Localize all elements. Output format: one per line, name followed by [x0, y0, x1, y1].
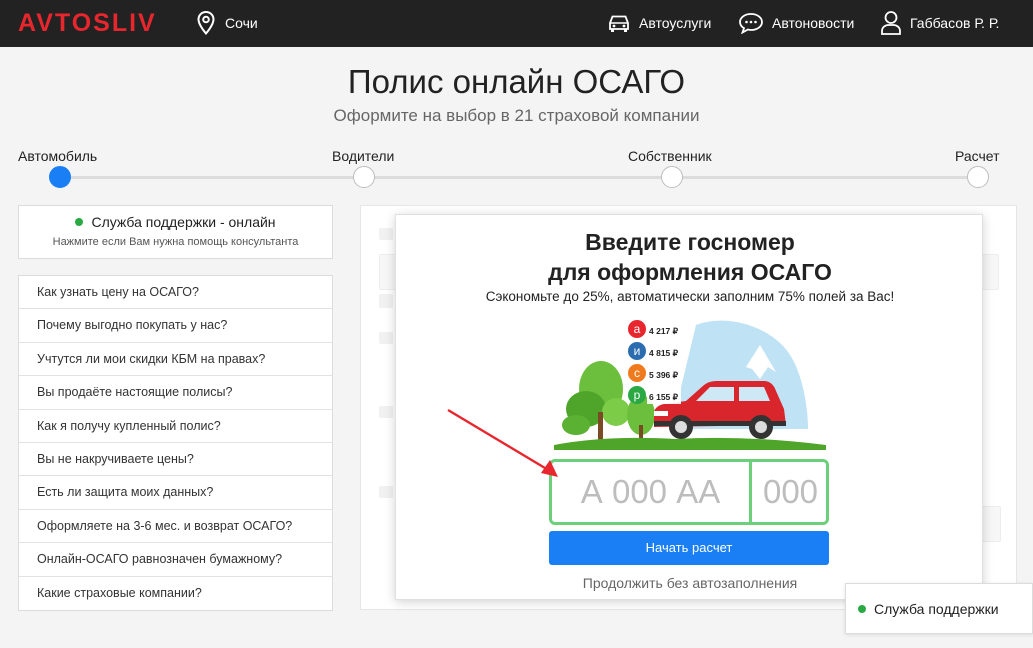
offer-badge: с 5 396 ₽ [628, 364, 681, 382]
modal-title-line-1: Введите госномер [585, 229, 795, 255]
faq-item[interactable]: Почему выгодно покупать у нас? [19, 309, 332, 343]
nav-autoservices[interactable]: Автоуслуги [607, 9, 711, 37]
faq-item[interactable]: Как я получу купленный полис? [19, 410, 332, 443]
faq-item[interactable]: Есть ли защита моих данных? [19, 476, 332, 510]
plate-region-input[interactable] [755, 462, 826, 522]
modal-title: Введите госномер для оформления ОСАГО [396, 227, 984, 287]
svg-text:4 815 ₽: 4 815 ₽ [649, 348, 679, 358]
chat-bubble-icon [739, 13, 763, 34]
step-label-calculation: Расчет [955, 148, 1000, 164]
faq-item[interactable]: Какие страховые компании? [19, 577, 332, 610]
faq-item[interactable]: Учтутся ли мои скидки КБМ на правах? [19, 343, 332, 377]
svg-text:4 217 ₽: 4 217 ₽ [649, 326, 679, 336]
support-chat-widget[interactable]: Служба поддержки [845, 583, 1033, 634]
support-status-label: Служба поддержки - онлайн [91, 214, 276, 230]
faq-item[interactable]: Оформляете на 3-6 мес. и возврат ОСАГО? [19, 510, 332, 544]
start-calculation-button[interactable]: Начать расчет [549, 531, 829, 565]
page-title: Полис онлайн ОСАГО [347, 63, 686, 100]
svg-text:с: с [634, 366, 640, 380]
nav-autoservices-label: Автоуслуги [639, 15, 712, 31]
svg-text:5 396 ₽: 5 396 ₽ [649, 370, 679, 380]
offer-badge: и 4 815 ₽ [628, 342, 681, 360]
user-icon [881, 11, 901, 35]
faq-list: Как узнать цену на ОСАГО? Почему выгодно… [18, 275, 333, 611]
online-status-dot-icon [75, 218, 84, 226]
step-dot-owner[interactable] [661, 166, 683, 188]
svg-text:и: и [634, 344, 641, 358]
location-pin-icon [197, 11, 215, 35]
step-label-drivers: Водители [332, 148, 395, 164]
car-icon [609, 15, 629, 32]
support-online-box[interactable]: Служба поддержки - онлайн Нажмите если В… [18, 205, 333, 259]
step-dot-drivers[interactable] [353, 166, 375, 188]
user-profile-menu[interactable]: Габбасов Р. Р. [880, 9, 999, 37]
faq-item[interactable]: Вы не накручиваете цены? [19, 443, 332, 477]
city-selector[interactable]: Сочи [197, 11, 258, 35]
step-label-car: Автомобиль [18, 148, 98, 164]
svg-text:6 155 ₽: 6 155 ₽ [649, 392, 679, 402]
logo[interactable]: AVTOSLIV [18, 9, 157, 38]
city-name: Сочи [225, 15, 258, 31]
step-label-owner: Собственник [628, 148, 712, 164]
arrow-pointer-icon [447, 408, 558, 477]
offer-badge: р 6 155 ₽ [628, 386, 681, 404]
user-name: Габбасов Р. Р. [910, 15, 1000, 31]
car-insurance-illustration: а 4 217 ₽ и 4 815 ₽ с 5 396 ₽ р 6 155 ₽ [554, 320, 826, 450]
svg-text:р: р [634, 388, 641, 402]
top-navbar: AVTOSLIV Сочи Автоуслуги Автоновости Габ… [0, 0, 1033, 47]
nav-autonews[interactable]: Автоновости [738, 9, 854, 37]
page-subtitle: Оформите на выбор в 21 страховой компани… [333, 106, 700, 125]
nav-autonews-label: Автоновости [772, 15, 855, 31]
offer-badge: а 4 217 ₽ [628, 320, 681, 338]
step-dot-calculation[interactable] [967, 166, 989, 188]
faq-item[interactable]: Онлайн-ОСАГО равнозначен бумажному? [19, 543, 332, 577]
license-plate-input-group [549, 459, 829, 525]
plate-number-input[interactable] [552, 462, 749, 522]
step-progress-track [60, 176, 978, 179]
faq-item[interactable]: Как узнать цену на ОСАГО? [19, 276, 332, 310]
online-status-dot-icon [858, 604, 866, 613]
modal-title-line-2: для оформления ОСАГО [548, 259, 832, 285]
support-chat-label: Служба поддержки [874, 600, 999, 617]
support-hint: Нажмите если Вам нужна помощь консультан… [52, 236, 299, 248]
modal-subtitle: Сэкономьте до 25%, автоматически заполни… [485, 289, 895, 304]
faq-item[interactable]: Вы продаёте настоящие полисы? [19, 376, 332, 410]
svg-text:а: а [634, 322, 641, 336]
step-dot-car[interactable] [49, 166, 71, 188]
